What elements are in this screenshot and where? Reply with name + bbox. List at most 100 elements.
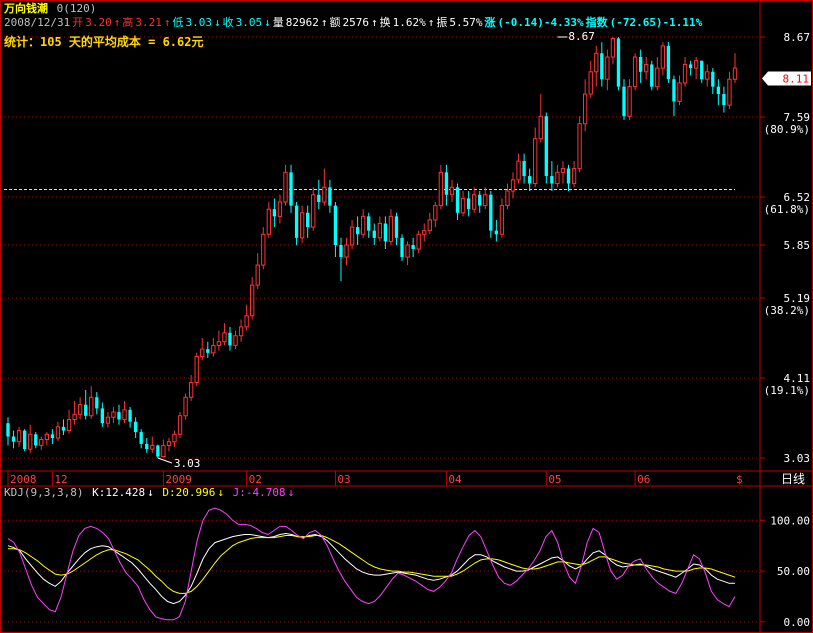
current-price-label: 8.11: [783, 72, 810, 85]
up-arrow-icon: ↑: [320, 16, 328, 29]
candle-body: [66, 418, 72, 432]
date-label: 04: [448, 473, 462, 486]
amplitude-value: 5.57%: [449, 16, 483, 29]
candle-body: [449, 186, 455, 196]
candle-body: [150, 444, 155, 450]
indicator-name[interactable]: KDJ(9,3,3,8): [4, 486, 83, 499]
candle-body: [472, 194, 477, 210]
candle-body: [616, 38, 621, 87]
candle-body: [238, 326, 244, 337]
candle-body: [111, 411, 116, 418]
candle-body: [156, 445, 160, 457]
candle-body: [22, 430, 27, 450]
open-value: 3.20: [85, 16, 112, 29]
candle-body: [222, 332, 227, 343]
close-value: 3.05: [235, 16, 263, 29]
low-value: 3.03: [185, 16, 212, 29]
candle-body: [216, 341, 222, 346]
candle-body: [588, 71, 593, 95]
date-label: 12: [54, 473, 67, 486]
candle-body: [722, 94, 726, 106]
k-value: K:12.428: [92, 486, 146, 499]
price-tick-label: 5.85: [784, 239, 811, 252]
candle-body: [177, 415, 183, 435]
candle-body: [11, 436, 16, 442]
price-tick-label: 8.67: [784, 31, 811, 44]
candle-body: [571, 168, 577, 185]
candle-body: [166, 441, 172, 446]
candle-body: [622, 86, 626, 117]
candle-body: [317, 194, 321, 203]
candle-body: [367, 216, 371, 231]
candle-body: [294, 205, 299, 238]
candle-body: [394, 216, 399, 238]
candle-body: [344, 244, 349, 258]
candle-body: [100, 408, 105, 424]
candle-body: [727, 78, 732, 106]
candle-body: [577, 123, 582, 170]
quote-date: 2008/12/31: [4, 16, 71, 29]
candle-body: [427, 219, 432, 232]
candle-body: [660, 45, 666, 69]
candle-body: [200, 348, 205, 358]
candle-body: [261, 233, 266, 266]
candle-body: [277, 201, 283, 217]
candle-body: [50, 434, 55, 438]
date-label: 2008: [10, 473, 37, 486]
amplitude-label: 振: [436, 16, 448, 29]
quote-row: 2008/12/31 开 3.20 ↑ 高 3.21 ↑ 低 3.03 ↓ 收 3.05 ↓ 量 82962…: [4, 16, 704, 30]
candle-body: [732, 67, 738, 80]
low-marker-leader: [157, 457, 173, 464]
stock-chart[interactable]: 8.677.59(80.9%)6.52(61.8%)5.855.19(38.2%…: [0, 0, 813, 633]
kdj-series-k: [7, 532, 735, 605]
chart-frame: [0, 0, 813, 633]
turnover-label: 换: [379, 16, 391, 29]
candle-body: [422, 230, 427, 235]
candle-body: [28, 433, 33, 450]
candle-body: [61, 426, 66, 431]
candle-body: [594, 52, 599, 73]
candle-body: [455, 187, 460, 213]
candle-body: [582, 93, 588, 125]
price-tick-label: 3.03: [784, 452, 811, 465]
price-pct-label: (38.2%): [764, 304, 810, 317]
candle-body: [55, 426, 61, 439]
candle-body: [716, 86, 721, 95]
candle-body: [600, 53, 604, 80]
down-arrow-icon: ↓: [217, 486, 224, 499]
kdj-series-d: [8, 535, 736, 594]
high-marker-label: 8.67: [568, 30, 595, 43]
low-label: 低: [172, 16, 184, 29]
amount-label: 额: [329, 16, 341, 29]
turnover-value: 1.62%: [392, 16, 426, 29]
candle-body: [133, 421, 138, 433]
candle-body: [206, 349, 210, 353]
candle-body: [361, 215, 366, 235]
close-label: 收: [222, 16, 234, 29]
candle-body: [372, 230, 376, 238]
candle-body: [333, 205, 338, 245]
candle-body: [72, 413, 77, 420]
candle-body: [6, 423, 10, 437]
candle-body: [610, 37, 616, 58]
candle-body: [682, 63, 688, 84]
candle-body: [266, 208, 271, 235]
candle-body: [244, 315, 249, 328]
candle-body: [145, 443, 149, 450]
candle-body: [700, 60, 704, 80]
stock-name[interactable]: 万向钱潮: [4, 2, 48, 15]
date-label: 05: [548, 473, 561, 486]
candle-body: [672, 79, 676, 102]
candle-body: [499, 205, 505, 235]
candle-body: [527, 176, 532, 184]
candle-body: [89, 396, 94, 417]
up-arrow-icon: ↑: [427, 16, 435, 29]
index-label: 指数: [585, 16, 608, 29]
candle-body: [522, 161, 526, 177]
kdj-tick-label: 100.00: [770, 514, 810, 527]
candle-body: [400, 237, 404, 258]
date-marker: $: [736, 473, 743, 486]
up-arrow-icon: ↑: [370, 16, 378, 29]
candle-body: [383, 223, 388, 242]
price-pct-label: (19.1%): [764, 384, 810, 397]
